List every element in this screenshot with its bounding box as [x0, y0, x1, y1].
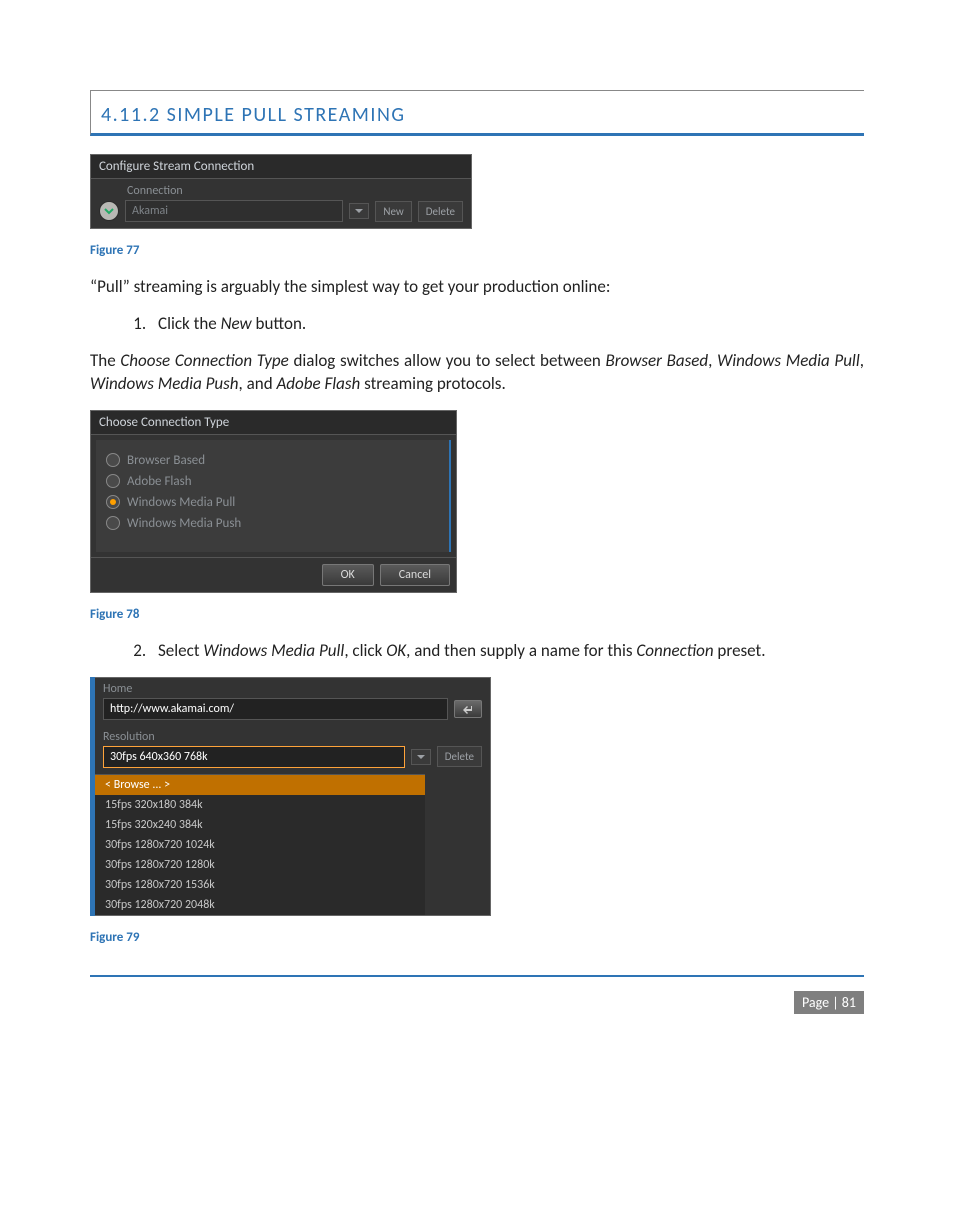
list-item[interactable]: 15fps 320x240 384k	[95, 815, 425, 835]
page-number: Page | 81	[794, 991, 864, 1014]
url-field[interactable]: http://www.akamai.com/	[103, 698, 448, 720]
body-paragraph: The Choose Connection Type dialog switch…	[90, 350, 864, 396]
list-item[interactable]: < Browse ... >	[95, 775, 425, 795]
step-text: button.	[252, 313, 307, 334]
figure-caption-79: Figure 79	[90, 930, 864, 945]
radio-label: Browser Based	[127, 453, 205, 468]
section-heading-box: 4.11.2 SIMPLE PULL STREAMING	[90, 90, 864, 136]
resolution-field[interactable]: 30fps 640x360 768k	[103, 746, 405, 768]
figure-caption-77: Figure 77	[90, 243, 864, 258]
step-italic: New	[221, 313, 252, 334]
delete-button[interactable]: Delete	[418, 201, 463, 222]
radio-option[interactable]: Windows Media Pull	[106, 492, 439, 513]
radio-icon	[106, 516, 120, 530]
list-item[interactable]: 30fps 1280x720 1536k	[95, 875, 425, 895]
delete-button[interactable]: Delete	[437, 746, 482, 767]
radio-icon	[106, 453, 120, 467]
dropdown-icon[interactable]	[349, 203, 369, 219]
list-item: Click the New button.	[150, 313, 864, 334]
window-title: Configure Stream Connection	[91, 155, 471, 179]
section-heading: 4.11.2 SIMPLE PULL STREAMING	[101, 103, 405, 127]
window-title: Choose Connection Type	[91, 411, 456, 435]
ok-button[interactable]: OK	[322, 564, 374, 586]
expand-icon[interactable]	[99, 201, 119, 221]
list-item[interactable]: 15fps 320x180 384k	[95, 795, 425, 815]
connection-label: Connection	[99, 184, 463, 198]
figure-caption-78: Figure 78	[90, 607, 864, 622]
radio-icon	[106, 495, 120, 509]
radio-option[interactable]: Browser Based	[106, 450, 439, 471]
list-item[interactable]: 30fps 1280x720 1280k	[95, 855, 425, 875]
step-list-1: Click the New button.	[120, 313, 864, 334]
radio-option[interactable]: Adobe Flash	[106, 471, 439, 492]
dropdown-icon[interactable]	[411, 749, 431, 765]
resolution-label: Resolution	[95, 726, 490, 746]
list-item[interactable]: 30fps 1280x720 2048k	[95, 895, 425, 915]
figure-77-screenshot: Configure Stream Connection Connection A…	[90, 154, 472, 229]
list-item: Select Windows Media Pull, click OK, and…	[150, 640, 864, 661]
cancel-button[interactable]: Cancel	[380, 564, 450, 586]
home-label: Home	[95, 678, 490, 698]
body-paragraph: “Pull” streaming is arguably the simples…	[90, 276, 864, 299]
new-button[interactable]: New	[375, 201, 411, 222]
step-text: Click the	[158, 313, 221, 334]
go-button[interactable]	[454, 700, 482, 718]
list-item[interactable]: 30fps 1280x720 1024k	[95, 835, 425, 855]
radio-label: Windows Media Pull	[127, 495, 235, 510]
resolution-dropdown-list: < Browse ... > 15fps 320x180 384k 15fps …	[95, 774, 425, 915]
figure-79-screenshot: Home http://www.akamai.com/ Resolution 3…	[90, 677, 864, 916]
radio-icon	[106, 474, 120, 488]
radio-label: Adobe Flash	[127, 474, 192, 489]
connection-field[interactable]: Akamai	[125, 200, 343, 222]
step-list-2: Select Windows Media Pull, click OK, and…	[120, 640, 864, 661]
figure-78-screenshot: Choose Connection Type Browser Based Ado…	[90, 410, 457, 593]
footer-rule	[90, 975, 864, 977]
radio-option[interactable]: Windows Media Push	[106, 513, 439, 534]
radio-label: Windows Media Push	[127, 516, 241, 531]
